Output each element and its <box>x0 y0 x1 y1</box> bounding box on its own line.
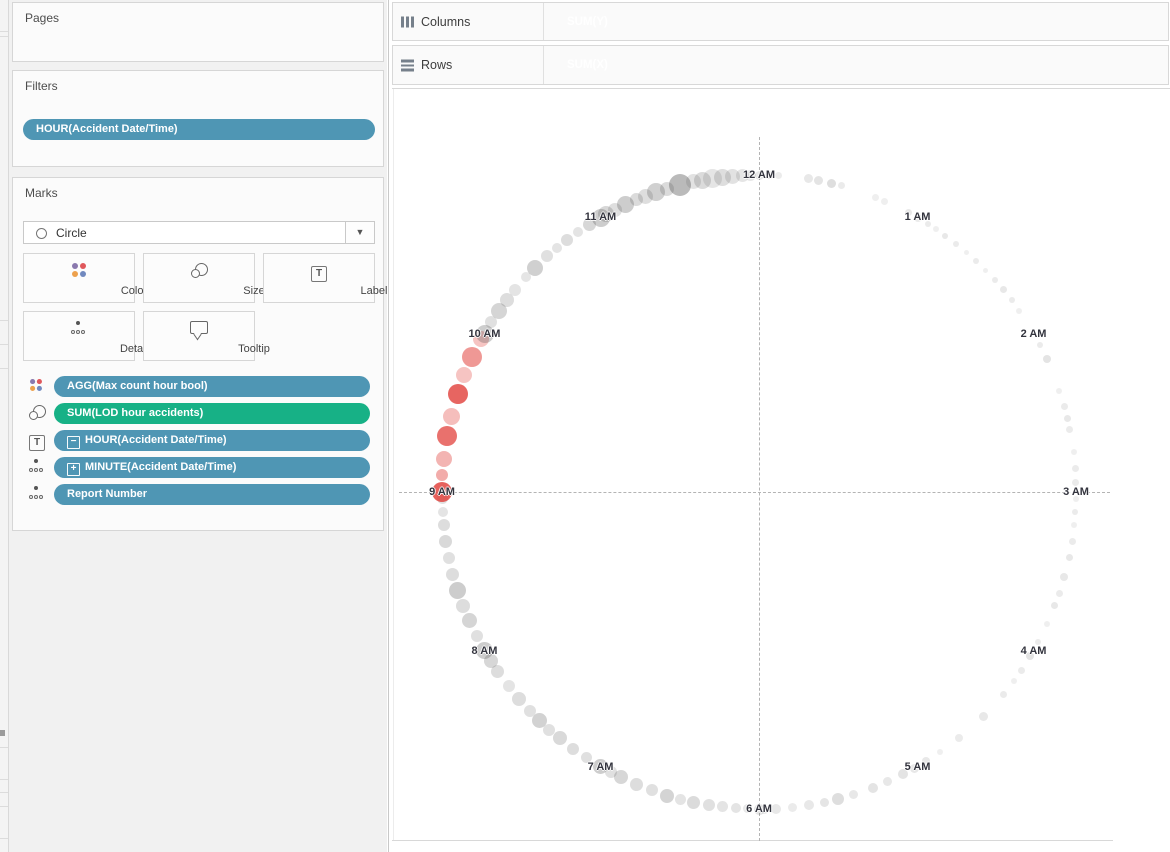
mark-circle[interactable] <box>436 451 452 467</box>
mark-circle[interactable] <box>1072 479 1079 486</box>
mark-circle[interactable] <box>443 552 455 564</box>
mark-circle[interactable] <box>1072 509 1078 515</box>
reference-line-vertical <box>759 137 760 841</box>
mark-circle[interactable] <box>527 260 543 276</box>
hour-label: 7 AM <box>588 761 614 773</box>
mark-circle[interactable] <box>771 804 781 814</box>
mark-circle[interactable] <box>1071 522 1077 528</box>
mark-circle[interactable] <box>964 250 969 255</box>
hour-label: 3 AM <box>1063 486 1089 498</box>
mark-circle[interactable] <box>439 535 452 548</box>
mark-circle[interactable] <box>973 258 979 264</box>
mark-circle[interactable] <box>567 743 579 755</box>
mark-circle[interactable] <box>872 194 879 201</box>
mark-circle[interactable] <box>449 582 466 599</box>
mark-circle[interactable] <box>1016 308 1022 314</box>
mark-circle[interactable] <box>687 796 700 809</box>
mark-circle[interactable] <box>717 801 728 812</box>
hour-label: 8 AM <box>472 645 498 657</box>
mark-circle[interactable] <box>804 800 814 810</box>
mark-circle[interactable] <box>953 241 959 247</box>
mark-circle[interactable] <box>933 226 939 232</box>
mark-circle[interactable] <box>814 176 823 185</box>
mark-circle[interactable] <box>838 182 845 189</box>
mark-circle[interactable] <box>462 613 477 628</box>
reference-line-horizontal <box>399 492 1110 493</box>
mark-circle[interactable] <box>881 198 888 205</box>
mark-circle[interactable] <box>979 712 988 721</box>
mark-circle[interactable] <box>471 630 483 642</box>
hour-label: 4 AM <box>1021 645 1047 657</box>
mark-circle[interactable] <box>804 174 813 183</box>
mark-circle[interactable] <box>1071 449 1077 455</box>
mark-circle[interactable] <box>1061 403 1068 410</box>
mark-circle[interactable] <box>1018 667 1025 674</box>
mark-circle[interactable] <box>703 799 715 811</box>
mark-circle[interactable] <box>775 172 782 179</box>
mark-circle[interactable] <box>462 347 482 367</box>
mark-circle[interactable] <box>1072 465 1079 472</box>
mark-circle[interactable] <box>955 734 963 742</box>
mark-circle[interactable] <box>849 790 858 799</box>
mark-circle[interactable] <box>1043 355 1051 363</box>
mark-circle[interactable] <box>992 277 998 283</box>
mark-circle[interactable] <box>512 692 526 706</box>
mark-circle[interactable] <box>553 731 567 745</box>
mark-circle[interactable] <box>1069 538 1076 545</box>
mark-circle[interactable] <box>942 233 948 239</box>
mark-circle[interactable] <box>448 384 468 404</box>
mark-circle[interactable] <box>1060 573 1068 581</box>
mark-circle[interactable] <box>827 179 836 188</box>
mark-circle[interactable] <box>731 803 741 813</box>
mark-circle[interactable] <box>937 749 943 755</box>
mark-circle[interactable] <box>630 778 643 791</box>
mark-circle[interactable] <box>646 784 658 796</box>
hour-label: 11 AM <box>585 211 616 223</box>
mark-circle[interactable] <box>1064 415 1071 422</box>
mark-circle[interactable] <box>868 783 878 793</box>
hour-label: 10 AM <box>468 328 500 340</box>
mark-circle[interactable] <box>573 227 583 237</box>
mark-circle[interactable] <box>541 250 553 262</box>
hour-label: 1 AM <box>905 211 931 223</box>
mark-circle[interactable] <box>503 680 515 692</box>
mark-circle[interactable] <box>660 789 674 803</box>
mark-circle[interactable] <box>983 268 988 273</box>
hour-label: 2 AM <box>1021 328 1047 340</box>
hour-label: 12 AM <box>743 169 775 181</box>
viz-pane[interactable]: 12 AM 1 AM 2 AM 3 AM 4 AM 5 AM 6 AM 7 AM 8 AM 9 A… <box>0 0 1170 852</box>
mark-circle[interactable] <box>456 599 470 613</box>
mark-circle[interactable] <box>1011 678 1017 684</box>
mark-circle[interactable] <box>675 794 686 805</box>
mark-circle[interactable] <box>509 284 521 296</box>
mark-circle[interactable] <box>456 367 472 383</box>
mark-circle[interactable] <box>1056 590 1063 597</box>
mark-circle[interactable] <box>561 234 573 246</box>
mark-circle[interactable] <box>1009 297 1015 303</box>
mark-circle[interactable] <box>1051 602 1058 609</box>
mark-circle[interactable] <box>820 798 829 807</box>
mark-circle[interactable] <box>1066 426 1073 433</box>
hour-label: 5 AM <box>905 761 931 773</box>
mark-circle[interactable] <box>1044 621 1050 627</box>
mark-circle[interactable] <box>832 793 844 805</box>
mark-circle[interactable] <box>1037 342 1043 348</box>
mark-circle[interactable] <box>438 507 448 517</box>
mark-circle[interactable] <box>1000 286 1007 293</box>
hour-label: 6 AM <box>746 803 772 815</box>
mark-circle[interactable] <box>443 408 460 425</box>
mark-circle[interactable] <box>437 426 457 446</box>
mark-circle[interactable] <box>552 243 562 253</box>
mark-circle[interactable] <box>436 469 448 481</box>
mark-circle[interactable] <box>1000 691 1007 698</box>
mark-circle[interactable] <box>438 519 450 531</box>
hour-label: 9 AM <box>429 486 455 498</box>
mark-circle[interactable] <box>1056 388 1062 394</box>
mark-circle[interactable] <box>883 777 892 786</box>
mark-circle[interactable] <box>446 568 459 581</box>
tableau-worksheet: Pages Filters HOUR(Accident Date/Time) M… <box>0 0 1170 852</box>
mark-circle[interactable] <box>788 803 797 812</box>
mark-circle[interactable] <box>1066 554 1073 561</box>
